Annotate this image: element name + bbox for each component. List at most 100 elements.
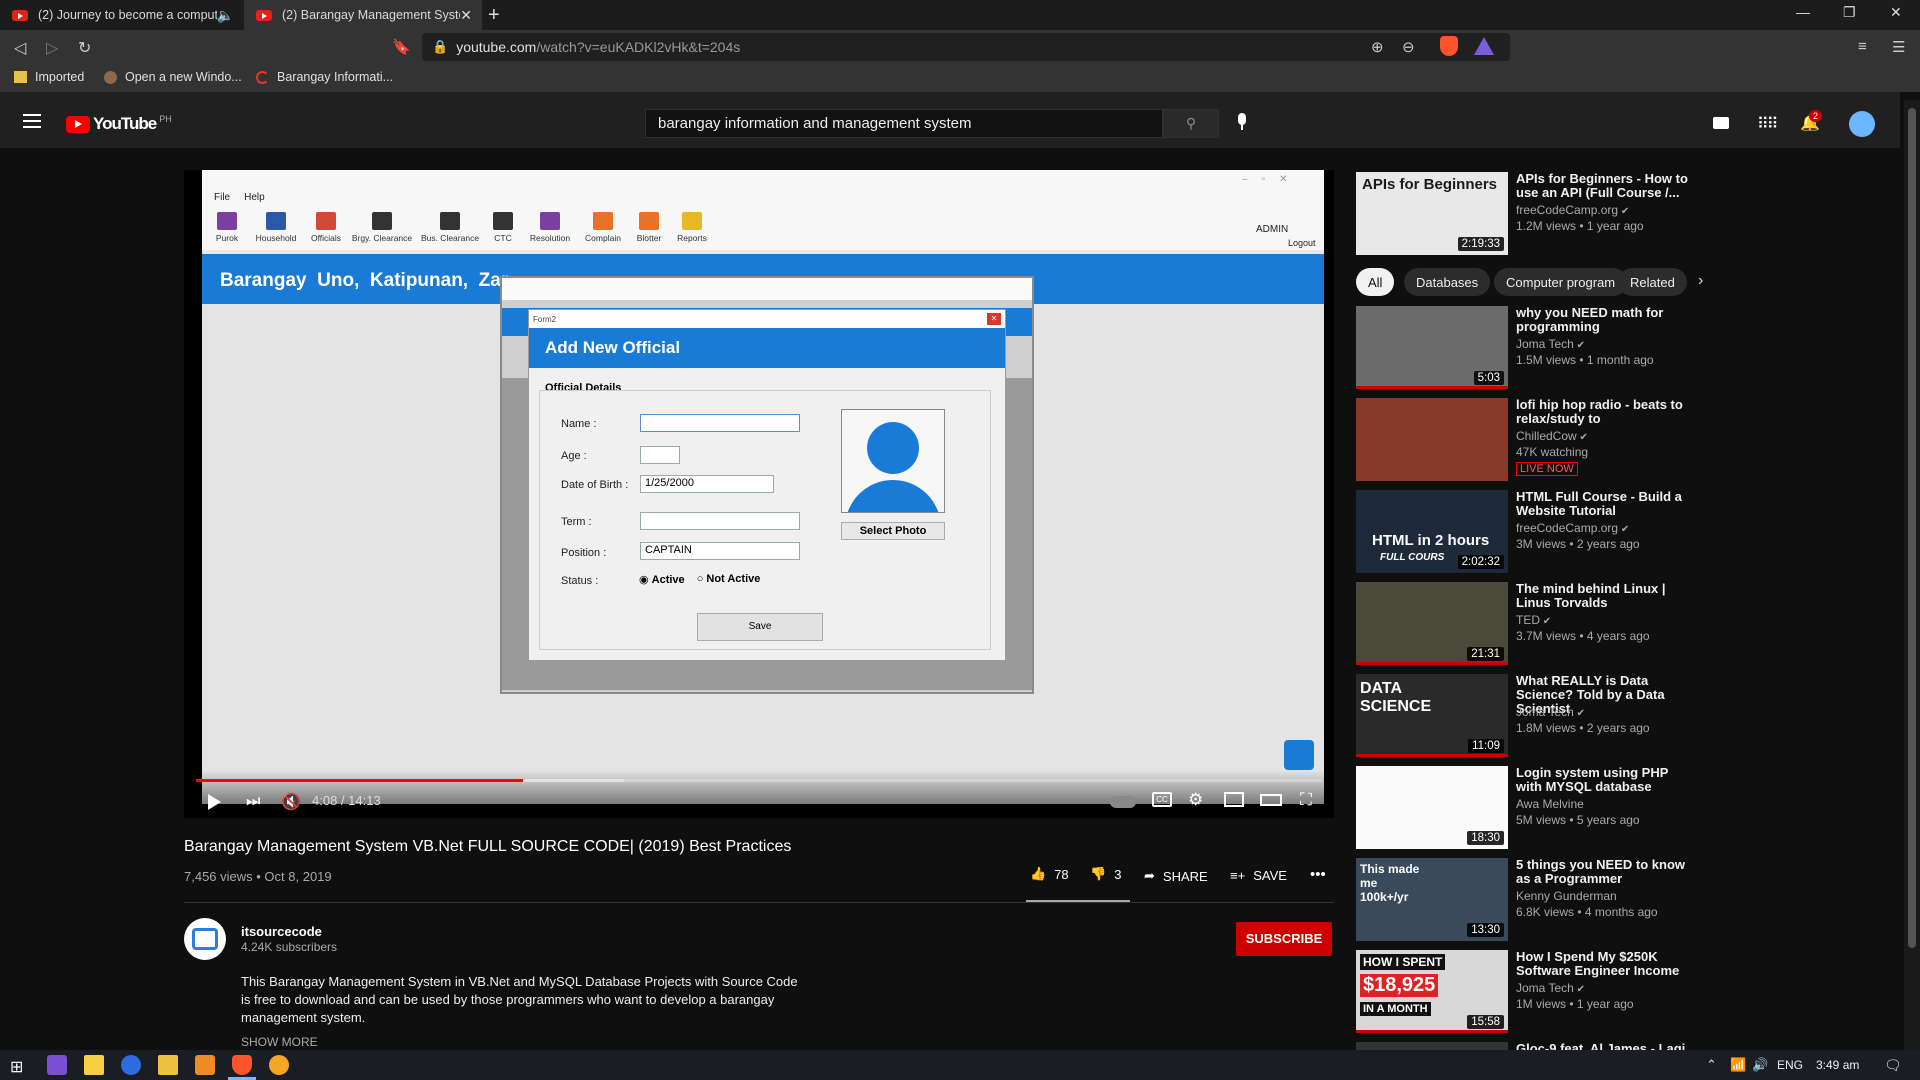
video-title[interactable]: How I Spend My $250K Software Engineer I…: [1516, 950, 1696, 978]
video-thumbnail[interactable]: [1356, 1042, 1508, 1050]
apps-grid-icon[interactable]: ⠿⠿: [1757, 114, 1778, 134]
status-radio-group[interactable]: ◉ Active ○ Not Active: [639, 573, 760, 586]
share-button[interactable]: ➦ SHARE: [1144, 868, 1208, 884]
network-icon[interactable]: 📶: [1730, 1057, 1746, 1073]
input-language[interactable]: ENG: [1777, 1058, 1803, 1072]
app-icon[interactable]: [269, 1055, 289, 1075]
youtube-logo[interactable]: YouTube PH: [66, 114, 172, 134]
dialog-close-icon[interactable]: ✕: [987, 313, 1001, 325]
age-field[interactable]: [640, 446, 680, 464]
video-title[interactable]: The mind behind Linux | Linus Torvalds: [1516, 582, 1696, 610]
status-active-radio[interactable]: ◉ Active: [639, 573, 685, 586]
video-thumbnail[interactable]: HOW I SPENT $18,925 IN A MONTH 15:58: [1356, 950, 1508, 1033]
video-title[interactable]: 5 things you NEED to know as a Programme…: [1516, 858, 1696, 886]
bookmark-imported[interactable]: Imported: [14, 70, 84, 84]
video-thumbnail[interactable]: 21:31: [1356, 582, 1508, 665]
microphone-icon[interactable]: [1236, 113, 1248, 133]
related-video-item[interactable]: lofi hip hop radio - beats to relax/stud…: [1356, 398, 1696, 481]
related-video-item[interactable]: 18:30 Login system using PHP with MYSQL d…: [1356, 766, 1696, 849]
related-video-item[interactable]: HTML in 2 hours FULL COURS 2:02:32 HTML Ful…: [1356, 490, 1696, 573]
save-video-button[interactable]: ≡+ SAVE: [1230, 868, 1287, 883]
related-video-item[interactable]: This made me 100k+/yr 13:30 5 things you N…: [1356, 858, 1696, 941]
video-title[interactable]: APIs for Beginners - How to use an API (…: [1516, 172, 1696, 200]
next-icon[interactable]: ⏭: [246, 793, 260, 811]
autoplay-toggle[interactable]: [1110, 796, 1136, 808]
filter-chip[interactable]: Databases: [1404, 268, 1491, 296]
video-title[interactable]: Login system using PHP with MYSQL databa…: [1516, 766, 1696, 794]
search-input[interactable]: barangay information and management syst…: [645, 109, 1163, 138]
reload-icon[interactable]: ↻: [78, 38, 91, 58]
sticky-notes-icon[interactable]: [84, 1055, 104, 1075]
video-thumbnail[interactable]: 5:03: [1356, 306, 1508, 389]
search-button[interactable]: ⚲: [1163, 109, 1219, 138]
video-thumbnail[interactable]: [1356, 398, 1508, 481]
filter-chip[interactable]: All: [1356, 268, 1395, 296]
restore-icon[interactable]: ❐: [1843, 4, 1856, 21]
back-icon[interactable]: ◁: [14, 38, 26, 58]
media-list-icon[interactable]: ≡: [1858, 38, 1867, 55]
xampp-icon[interactable]: [195, 1055, 215, 1075]
chevron-right-icon[interactable]: ›: [1698, 272, 1703, 290]
zoom-icon[interactable]: ⊖: [1402, 38, 1415, 56]
tab-barangay[interactable]: (2) Barangay Management System ✕: [244, 0, 482, 30]
settings-gear-icon[interactable]: ⚙: [1188, 790, 1203, 810]
related-video-item[interactable]: DATA SCIENCE 11:09 What REALLY is Data Sci…: [1356, 674, 1696, 757]
app-icon[interactable]: [121, 1055, 141, 1075]
video-player[interactable]: –▫✕ File Help Purok Household Officials Brg…: [184, 170, 1334, 818]
term-field[interactable]: [640, 512, 800, 530]
tray-expand-icon[interactable]: ⌃: [1706, 1057, 1717, 1073]
close-tab-icon[interactable]: ✕: [460, 7, 472, 24]
play-icon[interactable]: [208, 794, 221, 810]
dislike-button[interactable]: 👎 3: [1090, 866, 1121, 882]
more-actions-icon[interactable]: •••: [1310, 866, 1326, 883]
video-title[interactable]: HTML Full Course - Build a Website Tutor…: [1516, 490, 1696, 518]
avatar[interactable]: [1849, 111, 1875, 137]
bookmark-icon[interactable]: 🔖: [392, 38, 411, 56]
name-field[interactable]: [640, 414, 800, 432]
related-video-item[interactable]: APIs for Beginners 2:19:33 APIs for Beginn…: [1356, 172, 1696, 255]
close-window-icon[interactable]: ✕: [1890, 4, 1902, 21]
miniplayer-icon[interactable]: [1224, 792, 1244, 807]
browser-menu-icon[interactable]: ☰: [1892, 38, 1905, 56]
forward-icon[interactable]: ▷: [46, 38, 58, 58]
video-thumbnail[interactable]: HTML in 2 hours FULL COURS 2:02:32: [1356, 490, 1508, 573]
video-thumbnail[interactable]: 18:30: [1356, 766, 1508, 849]
channel-watermark-icon[interactable]: [1284, 740, 1314, 770]
mute-icon[interactable]: 🔇: [281, 792, 301, 812]
subscribe-button[interactable]: SUBSCRIBE: [1236, 922, 1332, 956]
clock[interactable]: 3:49 am: [1816, 1058, 1859, 1072]
tab-journey[interactable]: (2) Journey to become a computer 🔈: [0, 0, 244, 30]
captions-icon[interactable]: CC: [1152, 792, 1172, 807]
progress-bar[interactable]: [196, 779, 1322, 782]
channel-avatar[interactable]: [184, 918, 226, 960]
related-video-item[interactable]: 21:31 The mind behind Linux | Linus Torva…: [1356, 582, 1696, 665]
channel-name[interactable]: itsourcecode: [241, 924, 322, 939]
visual-studio-icon[interactable]: [47, 1055, 67, 1075]
windows-start-icon[interactable]: ⊞: [10, 1057, 23, 1077]
dob-picker[interactable]: 1/25/2000: [640, 475, 774, 493]
related-video-item[interactable]: 5:03 why you NEED math for programming Jom…: [1356, 306, 1696, 389]
file-explorer-icon[interactable]: [158, 1055, 178, 1075]
position-select[interactable]: CAPTAIN: [640, 542, 800, 560]
save-button[interactable]: Save: [697, 613, 823, 641]
create-video-icon[interactable]: [1713, 117, 1729, 129]
status-inactive-radio[interactable]: ○ Not Active: [697, 573, 761, 586]
show-more-link[interactable]: SHOW MORE: [241, 1035, 318, 1049]
bookmark-barangay[interactable]: Barangay Informati...: [256, 70, 393, 84]
address-bar[interactable]: 🔒 youtube.com/watch?v=euKADKl2vHk&t=204s: [422, 33, 1510, 61]
volume-icon[interactable]: 🔊: [1752, 1057, 1768, 1073]
video-thumbnail[interactable]: APIs for Beginners 2:19:33: [1356, 172, 1508, 255]
new-tab-button[interactable]: +: [488, 4, 500, 27]
minimize-icon[interactable]: —: [1796, 4, 1810, 20]
select-photo-button[interactable]: Select Photo: [841, 522, 945, 540]
page-scrollbar[interactable]: [1904, 100, 1920, 1050]
filter-chip[interactable]: Computer program: [1494, 268, 1628, 296]
video-title[interactable]: lofi hip hop radio - beats to relax/stud…: [1516, 398, 1696, 426]
brave-shield-icon[interactable]: [1440, 36, 1458, 56]
brave-browser-icon[interactable]: [232, 1055, 252, 1075]
speaker-icon[interactable]: 🔈: [217, 7, 234, 24]
hamburger-menu-icon[interactable]: [23, 114, 41, 128]
video-thumbnail[interactable]: This made me 100k+/yr 13:30: [1356, 858, 1508, 941]
video-title[interactable]: why you NEED math for programming: [1516, 306, 1696, 334]
brave-rewards-icon[interactable]: [1474, 37, 1494, 55]
